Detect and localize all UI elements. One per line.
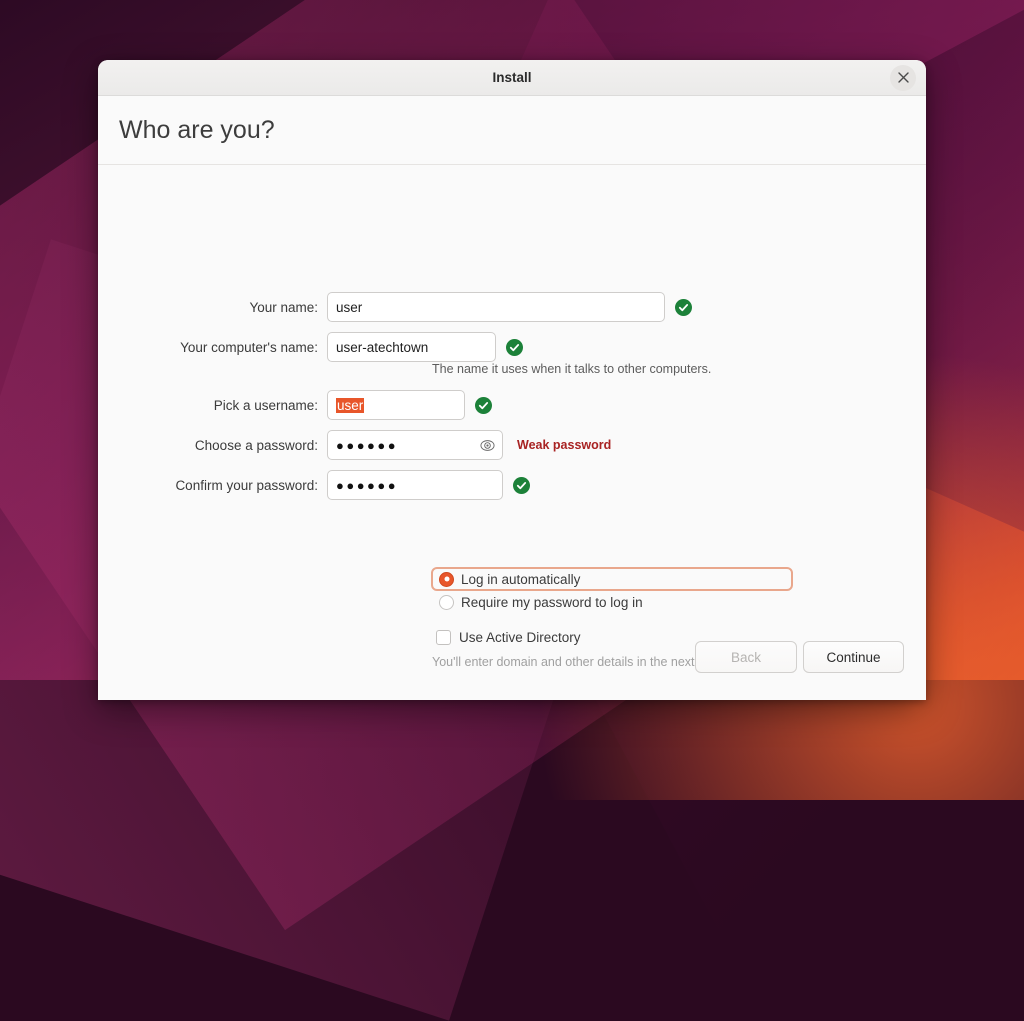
field-row-password: Choose a password: ●●●●●● Weak password (98, 430, 611, 460)
page-heading-band: Who are you? (98, 96, 926, 165)
radio-selected-icon (439, 571, 454, 587)
password-strength-label: Weak password (517, 438, 612, 452)
check-circle-icon (506, 338, 523, 356)
check-circle-icon (475, 396, 492, 414)
radio-require-password[interactable]: Require my password to log in (431, 595, 643, 610)
confirm-password-input[interactable]: ●●●●●● (327, 470, 503, 500)
checkbox-use-active-directory[interactable]: Use Active Directory (436, 630, 581, 645)
eye-icon[interactable] (478, 436, 496, 454)
radio-unselected-icon (439, 595, 454, 610)
computer-name-hint: The name it uses when it talks to other … (432, 362, 712, 376)
password-label: Choose a password: (194, 437, 318, 453)
confirm-password-label: Confirm your password: (175, 477, 318, 493)
close-icon[interactable] (890, 64, 916, 91)
back-button[interactable]: Back (695, 641, 797, 673)
field-row-username: Pick a username: user (98, 390, 492, 420)
continue-button[interactable]: Continue (803, 641, 904, 673)
your-name-input[interactable]: user (327, 292, 665, 322)
username-input[interactable]: user (327, 390, 465, 420)
radio-log-in-automatically[interactable]: Log in automatically (431, 567, 793, 591)
radio-log-in-automatically-label: Log in automatically (461, 571, 581, 587)
username-selected-text: user (336, 397, 365, 413)
checkbox-unchecked-icon (436, 630, 451, 645)
use-active-directory-label: Use Active Directory (459, 630, 581, 645)
password-masked-value: ●●●●●● (336, 437, 399, 453)
computer-name-input[interactable]: user-atechtown (327, 332, 496, 362)
username-label: Pick a username: (213, 397, 318, 413)
password-input[interactable]: ●●●●●● (327, 430, 503, 460)
radio-require-password-label: Require my password to log in (461, 595, 643, 610)
window-title: Install (492, 70, 532, 85)
page-title: Who are you? (119, 115, 275, 144)
install-dialog: Install Who are you? Your name: user You… (98, 60, 926, 700)
field-row-computer-name: Your computer's name: user-atechtown (98, 332, 523, 362)
window-titlebar: Install (98, 60, 926, 96)
field-row-your-name: Your name: user (98, 292, 692, 322)
dialog-content: Your name: user Your computer's name: us… (98, 165, 926, 700)
your-name-label: Your name: (249, 299, 318, 315)
check-circle-icon (675, 298, 692, 316)
field-row-confirm-password: Confirm your password: ●●●●●● (98, 470, 530, 500)
check-circle-icon (513, 476, 530, 494)
computer-name-label: Your computer's name: (180, 339, 318, 355)
confirm-password-masked-value: ●●●●●● (336, 477, 399, 493)
active-directory-hint: You'll enter domain and other details in… (432, 655, 726, 669)
